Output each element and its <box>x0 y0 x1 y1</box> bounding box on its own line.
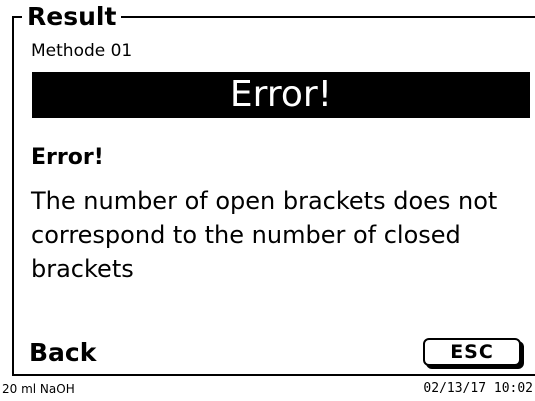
method-name: Methode 01 <box>31 41 133 61</box>
status-datetime: 02/13/17 10:02 <box>423 381 533 396</box>
status-reagent: 20 ml NaOH <box>2 382 75 396</box>
esc-button[interactable]: ESC <box>423 338 521 366</box>
frame-title: Result <box>22 4 122 30</box>
back-button[interactable]: Back <box>29 339 96 367</box>
error-message: The number of open brackets does not cor… <box>31 187 498 283</box>
error-banner: Error! <box>32 72 530 118</box>
error-heading: Error! <box>31 145 104 170</box>
